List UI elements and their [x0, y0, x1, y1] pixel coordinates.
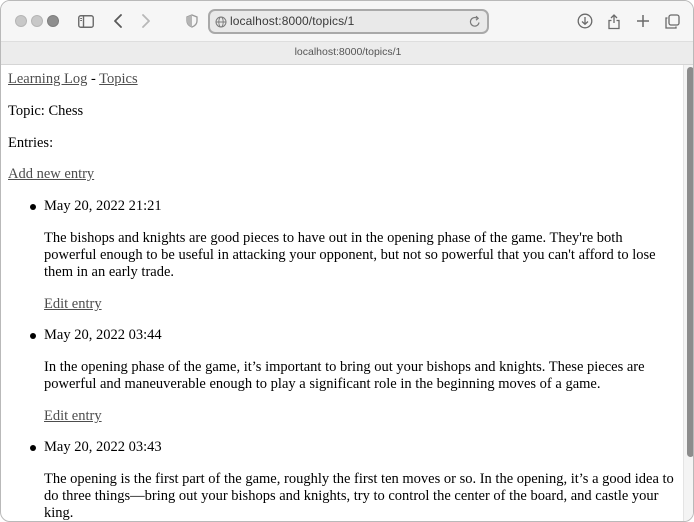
url-text[interactable]: localhost:8000/topics/1	[230, 14, 354, 28]
entry-date: May 20, 2022 03:44	[44, 327, 162, 343]
entry-text: The opening is the first part of the gam…	[44, 471, 674, 521]
topic-heading: Topic: Chess	[8, 103, 84, 119]
nav-separator: -	[90, 71, 96, 87]
downloads-icon[interactable]	[575, 11, 595, 31]
globe-icon	[215, 15, 227, 33]
forward-icon[interactable]	[136, 11, 156, 31]
add-entry-link[interactable]: Add new entry	[8, 166, 94, 182]
minimize-window-button[interactable]	[31, 15, 43, 27]
browser-window: localhost:8000/topics/1 localhost:8000/t…	[0, 0, 694, 522]
entries-label: Entries:	[8, 135, 54, 151]
tab-bar: localhost:8000/topics/1	[1, 41, 693, 65]
bullet-icon	[30, 445, 36, 451]
close-window-button[interactable]	[15, 15, 27, 27]
entry-text: In the opening phase of the game, it’s i…	[44, 359, 645, 392]
address-bar[interactable]: localhost:8000/topics/1	[208, 9, 489, 34]
bullet-icon	[30, 333, 36, 339]
scrollbar-thumb[interactable]	[687, 67, 693, 457]
bullet-icon	[30, 204, 36, 210]
sidebar-toggle-icon[interactable]	[76, 11, 96, 31]
reload-icon[interactable]	[469, 15, 481, 33]
zoom-window-button[interactable]	[47, 15, 59, 27]
tab-overview-icon[interactable]	[662, 11, 682, 31]
page-content: Learning Log - Topics Topic: Chess Entri…	[1, 65, 683, 521]
edit-entry-link[interactable]: Edit entry	[44, 408, 102, 424]
topics-link[interactable]: Topics	[99, 71, 137, 87]
privacy-shield-icon[interactable]	[182, 11, 202, 31]
new-tab-icon[interactable]	[633, 11, 653, 31]
back-icon[interactable]	[108, 11, 128, 31]
edit-entry-link[interactable]: Edit entry	[44, 296, 102, 312]
vertical-scrollbar[interactable]	[683, 65, 693, 521]
entry-date: May 20, 2022 21:21	[44, 198, 162, 214]
entry-date: May 20, 2022 03:43	[44, 439, 162, 455]
browser-toolbar: localhost:8000/topics/1	[1, 1, 693, 41]
home-link[interactable]: Learning Log	[8, 71, 87, 87]
active-tab-title[interactable]: localhost:8000/topics/1	[1, 46, 693, 58]
share-icon[interactable]	[604, 11, 624, 31]
entry-text: The bishops and knights are good pieces …	[44, 230, 656, 280]
site-nav: Learning Log - Topics	[8, 71, 138, 88]
